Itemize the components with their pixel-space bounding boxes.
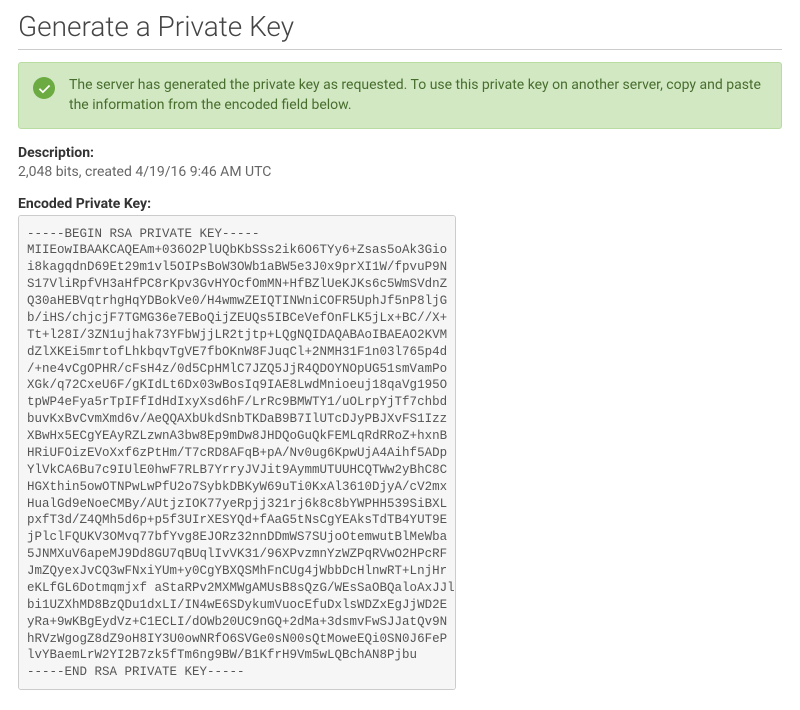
encoded-key-textarea[interactable] — [18, 215, 456, 690]
checkmark-icon — [33, 77, 55, 99]
description-value: 2,048 bits, created 4/19/16 9:46 AM UTC — [18, 164, 782, 180]
encoded-key-label: Encoded Private Key: — [18, 196, 782, 212]
page-title: Generate a Private Key — [18, 10, 782, 50]
alert-message: The server has generated the private key… — [69, 75, 767, 116]
description-label: Description: — [18, 145, 782, 161]
success-alert: The server has generated the private key… — [18, 62, 782, 129]
